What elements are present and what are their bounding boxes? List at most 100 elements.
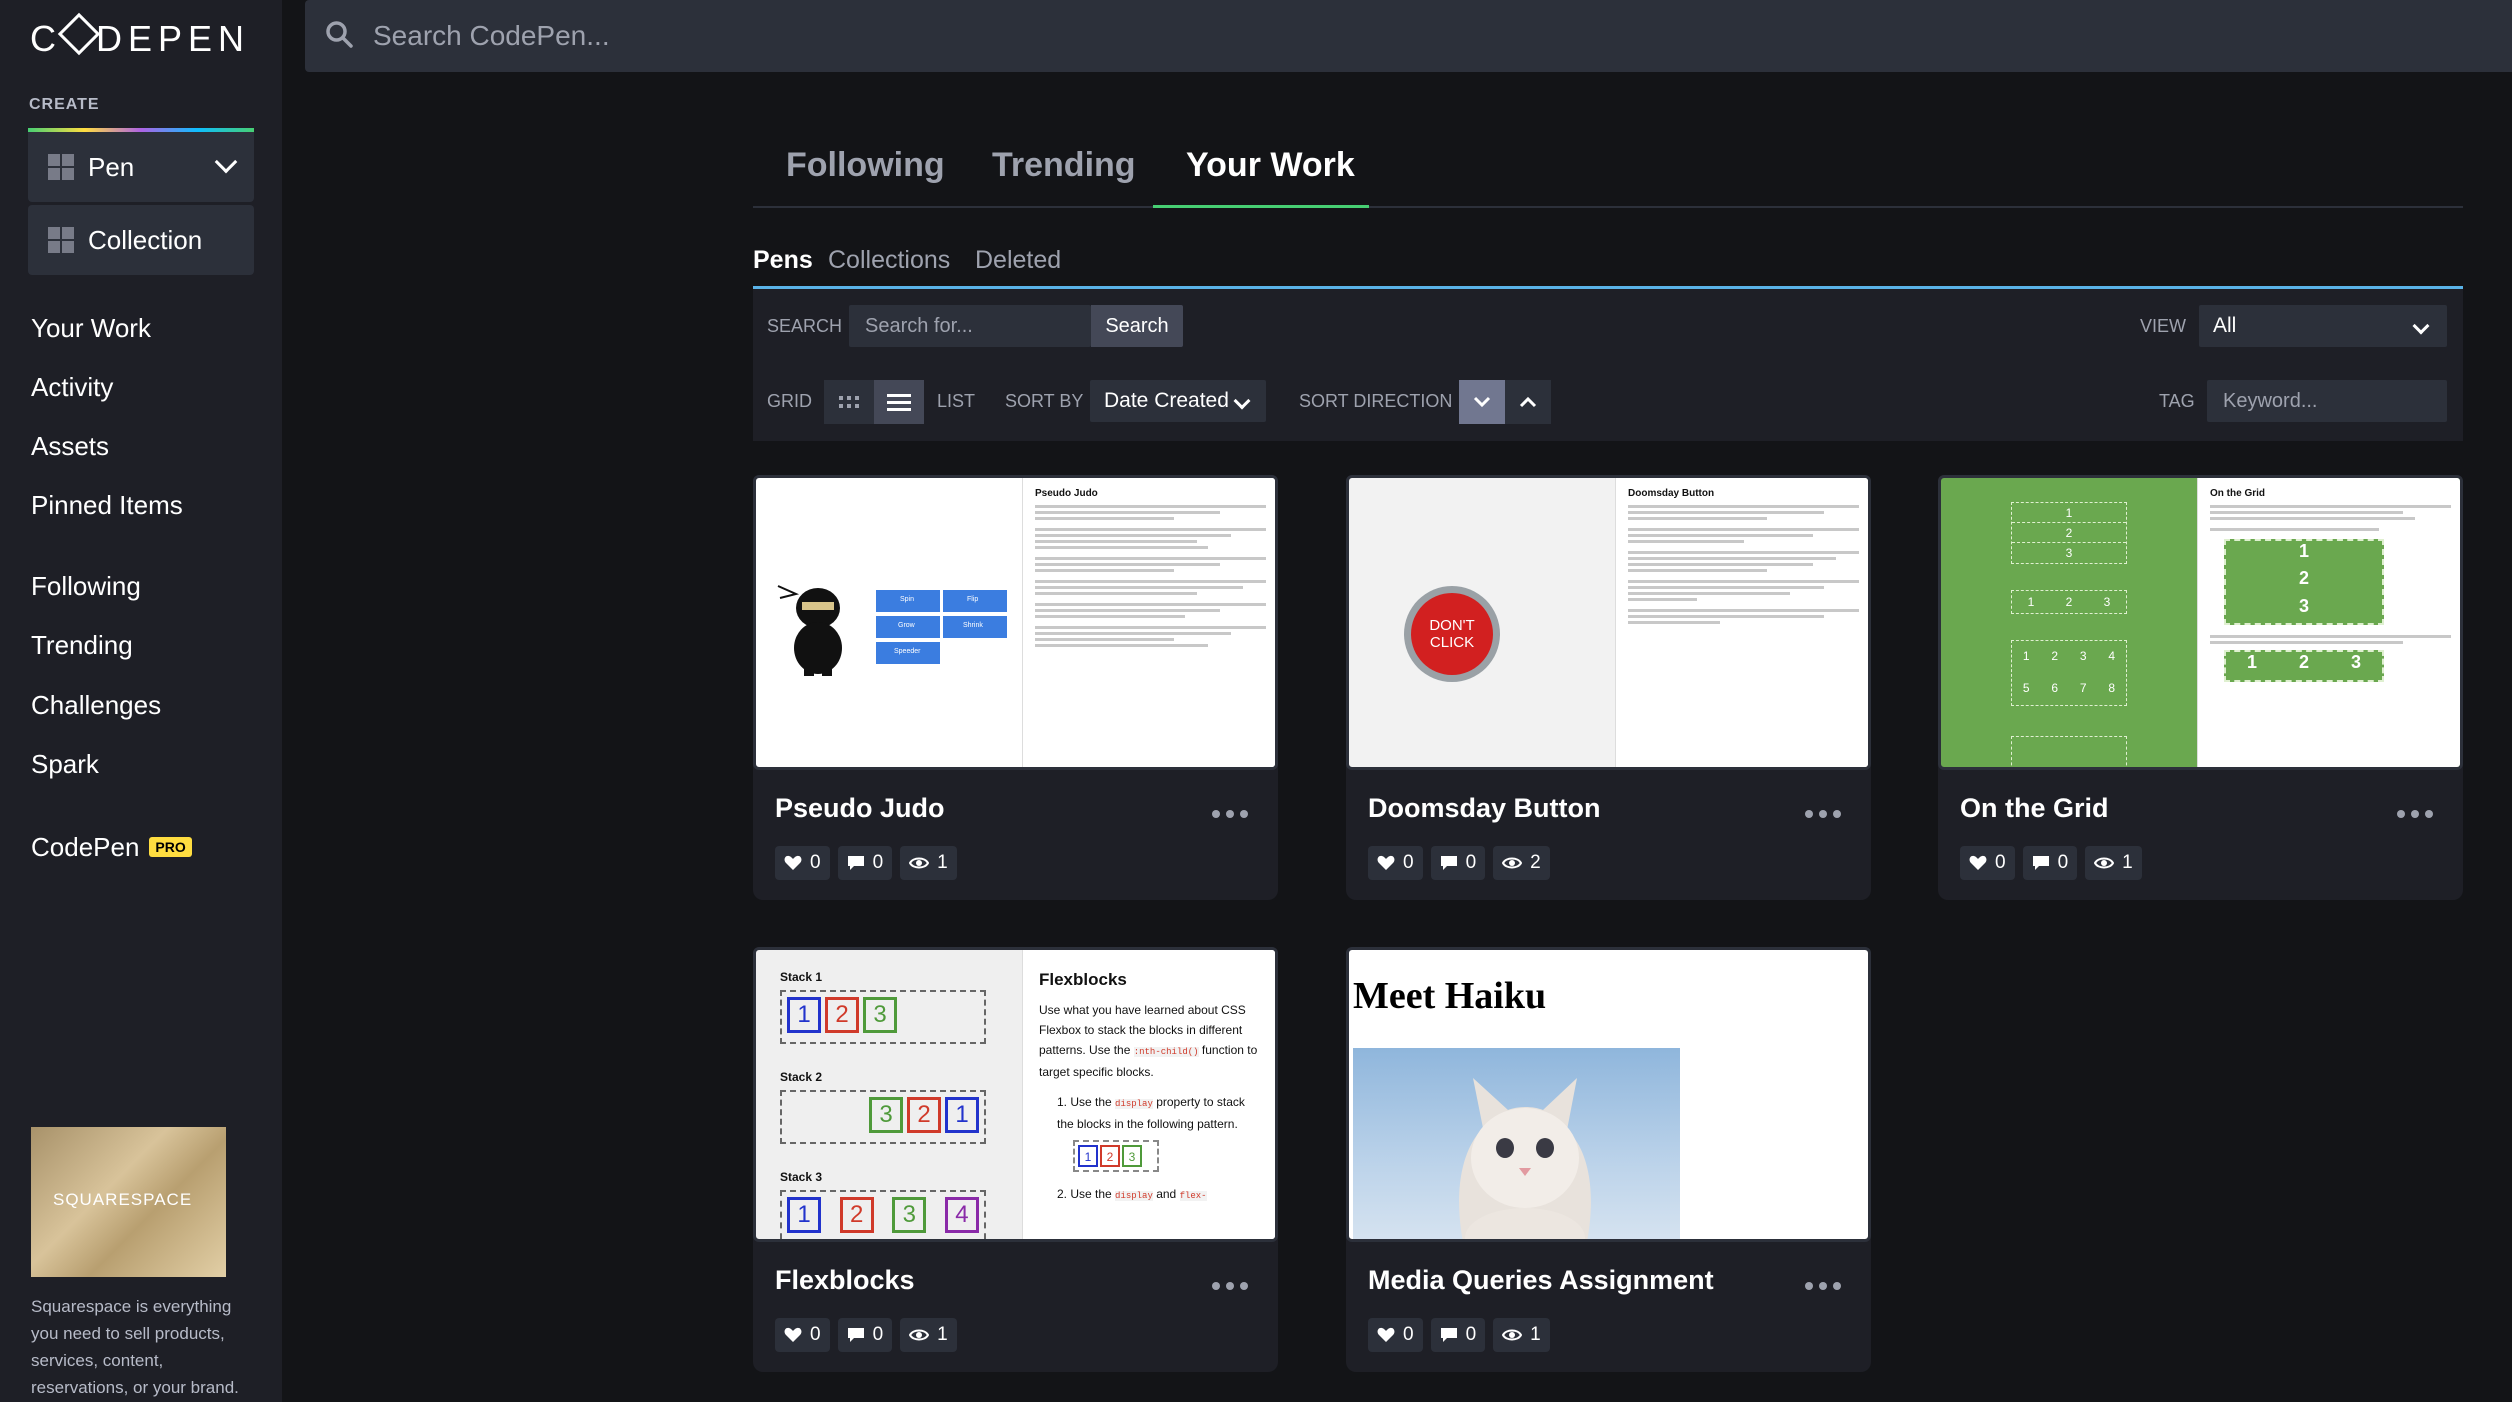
grid-cell: 2 [2065, 595, 2073, 609]
stack-1: 1 2 3 [780, 990, 986, 1044]
views-indicator: 1 [900, 846, 957, 880]
grid-cell: 1 [2027, 595, 2035, 609]
pen-card[interactable]: Spin Flip Grow Shrink Speeder Pseudo Jud… [753, 475, 1278, 900]
comment-button[interactable]: 0 [837, 846, 893, 880]
sort-descending-button[interactable] [1459, 380, 1505, 424]
pen-title[interactable]: Pseudo Judo [775, 793, 945, 824]
pen-card[interactable]: Meet Haiku Media Queries Assignment 0 0 … [1346, 947, 1871, 1372]
like-button[interactable]: 0 [775, 846, 830, 880]
pen-card[interactable]: DON'T CLICK Doomsday Button Doomsday But… [1346, 475, 1871, 900]
chevron-down-icon[interactable] [214, 150, 238, 174]
grid-cell: 7 [2079, 681, 2087, 695]
grow-button[interactable]: Grow [876, 616, 940, 638]
grid-view-button[interactable] [824, 380, 874, 424]
pen-title[interactable]: Doomsday Button [1368, 793, 1601, 824]
chevron-down-icon [2412, 317, 2430, 335]
comment-count: 0 [2057, 852, 2069, 873]
pen-title[interactable]: On the Grid [1960, 793, 2109, 824]
flip-button[interactable]: Flip [943, 590, 1007, 612]
grid-field-3: 1 2 3 4 5 6 7 8 [2011, 640, 2127, 706]
nav-spark[interactable]: Spark [31, 749, 99, 780]
stack-1-label: Stack 1 [780, 970, 823, 984]
tag-keyword-input[interactable] [2207, 380, 2447, 422]
list-view-button[interactable] [874, 380, 924, 424]
comment-button[interactable]: 0 [1430, 846, 1486, 880]
global-search-bar [305, 0, 2512, 72]
squarespace-ad-image[interactable]: SQUARESPACE [31, 1127, 226, 1277]
pen-preview-on-the-grid[interactable]: 1 2 3 1 2 3 1 2 3 4 5 6 7 8 On the Grid [1938, 475, 2463, 770]
block: 2 [907, 1097, 941, 1133]
like-button[interactable]: 0 [775, 1318, 830, 1352]
views-indicator: 1 [1493, 1318, 1550, 1352]
spin-button[interactable]: Spin [876, 590, 940, 612]
heart-icon [1969, 855, 1987, 870]
view-count: 1 [1530, 1324, 1541, 1345]
nav-challenges[interactable]: Challenges [31, 690, 161, 721]
stack-3: 1 2 3 4 [780, 1190, 986, 1239]
block: 2 [1100, 1145, 1120, 1167]
nav-pinned-items[interactable]: Pinned Items [31, 490, 183, 521]
grow-label: Grow [898, 622, 915, 629]
collection-grid-icon [48, 227, 74, 253]
create-pen-button[interactable]: Pen [28, 132, 254, 202]
more-options-icon[interactable] [2397, 810, 2433, 818]
like-button[interactable]: 0 [1368, 846, 1423, 880]
codepen-logo[interactable]: C DEPEN [30, 12, 250, 60]
pens-search-button[interactable]: Search [1091, 305, 1183, 347]
nav-following[interactable]: Following [31, 571, 141, 602]
pen-instructions: On the Grid 1 2 3 1 2 3 [2197, 478, 2460, 767]
pens-search-input[interactable] [849, 305, 1091, 347]
heart-icon [784, 1327, 802, 1342]
global-search-input[interactable] [373, 0, 1873, 72]
tab-following[interactable]: Following [786, 146, 945, 185]
block: 3 [1122, 1145, 1142, 1167]
pen-card[interactable]: Stack 1 1 2 3 Stack 2 3 2 1 Stack 3 1 2 … [753, 947, 1278, 1372]
nav-assets[interactable]: Assets [31, 431, 109, 462]
like-button[interactable]: 0 [1960, 846, 2015, 880]
more-options-icon[interactable] [1212, 1282, 1248, 1290]
view-select[interactable]: All [2199, 305, 2447, 347]
stack-2: 3 2 1 [780, 1090, 986, 1144]
chevron-down-icon [1233, 392, 1251, 410]
pen-preview-flexblocks[interactable]: Stack 1 1 2 3 Stack 2 3 2 1 Stack 3 1 2 … [753, 947, 1278, 1242]
comment-button[interactable]: 0 [2022, 846, 2078, 880]
eye-icon [909, 1329, 930, 1341]
shrink-button[interactable]: Shrink [943, 616, 1007, 638]
subtab-pens[interactable]: Pens [753, 246, 813, 275]
speeder-label: Speeder [894, 648, 921, 655]
nav-codepen-pro[interactable]: CodePen PRO [31, 832, 192, 863]
squarespace-ad-text[interactable]: Squarespace is everything you need to se… [31, 1293, 261, 1401]
pen-title[interactable]: Flexblocks [775, 1265, 915, 1296]
pen-preview-doomsday-button[interactable]: DON'T CLICK Doomsday Button [1346, 475, 1871, 770]
subtab-collections[interactable]: Collections [828, 246, 950, 275]
sort-ascending-button[interactable] [1505, 380, 1551, 424]
pen-preview-media-queries[interactable]: Meet Haiku [1346, 947, 1871, 1242]
views-indicator: 2 [1493, 846, 1550, 880]
block: 1 [945, 1097, 979, 1133]
dont-click-button[interactable]: DON'T CLICK [1411, 593, 1493, 675]
like-button[interactable]: 0 [1368, 1318, 1423, 1352]
block: 1 [787, 997, 821, 1033]
more-options-icon[interactable] [1805, 810, 1841, 818]
chevron-down-icon [1473, 396, 1491, 408]
nav-activity[interactable]: Activity [31, 372, 113, 403]
sidebar: C DEPEN CREATE Pen Collection Your Work A… [0, 0, 282, 1402]
comment-button[interactable]: 0 [837, 1318, 893, 1352]
more-options-icon[interactable] [1805, 1282, 1841, 1290]
eye-icon [2094, 857, 2115, 869]
tab-your-work[interactable]: Your Work [1186, 146, 1355, 185]
grid-label: GRID [767, 391, 812, 411]
pen-preview-pseudo-judo[interactable]: Spin Flip Grow Shrink Speeder Pseudo Jud… [753, 475, 1278, 770]
nav-trending[interactable]: Trending [31, 630, 133, 661]
speeder-button[interactable]: Speeder [876, 642, 940, 664]
comment-button[interactable]: 0 [1430, 1318, 1486, 1352]
nav-your-work[interactable]: Your Work [31, 313, 151, 344]
pen-card[interactable]: 1 2 3 1 2 3 1 2 3 4 5 6 7 8 On the Grid [1938, 475, 2463, 900]
create-collection-button[interactable]: Collection [28, 205, 254, 275]
tab-trending[interactable]: Trending [992, 146, 1136, 185]
subtab-deleted[interactable]: Deleted [975, 246, 1061, 275]
sort-by-select[interactable]: Date Created [1090, 380, 1266, 422]
more-options-icon[interactable] [1212, 810, 1248, 818]
pen-title[interactable]: Media Queries Assignment [1368, 1265, 1714, 1296]
grid-cell: 2 [2298, 568, 2309, 589]
